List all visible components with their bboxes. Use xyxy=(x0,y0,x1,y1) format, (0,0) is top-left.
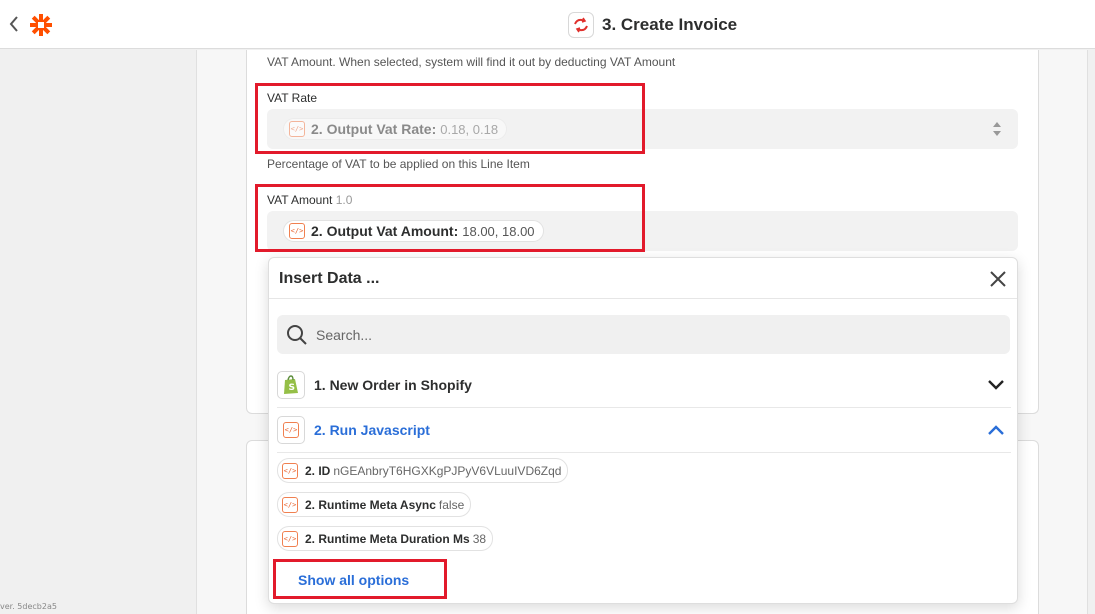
popup-header: Insert Data ... xyxy=(269,258,1017,299)
pill-value: 0.18, 0.18 xyxy=(440,121,499,137)
svg-text:S: S xyxy=(289,383,295,393)
shopify-icon: S xyxy=(284,375,298,394)
divider xyxy=(277,452,1011,453)
code-icon: </> xyxy=(289,121,305,137)
shopify-icon-wrap: S xyxy=(277,371,305,399)
search-bar[interactable] xyxy=(277,315,1010,354)
vat-rate-help-text: Percentage of VAT to be applied on this … xyxy=(267,157,530,171)
option-value: false xyxy=(438,497,465,512)
option-key: 2. ID xyxy=(305,463,331,478)
pill-value: 18.00, 18.00 xyxy=(462,223,535,239)
section-label: 1. New Order in Shopify xyxy=(314,377,472,393)
zapier-asterisk-icon xyxy=(30,14,52,36)
pill-key: 2. Output Vat Amount: xyxy=(311,223,459,239)
vat-amount-version: 1.0 xyxy=(335,193,353,207)
code-icon-wrap: </> xyxy=(277,416,305,444)
vat-amount-help-text: VAT Amount. When selected, system will f… xyxy=(267,55,676,69)
code-icon: </> xyxy=(282,530,298,547)
option-id[interactable]: </> 2. ID nGEAnbryT6HGXKgPJPyV6VLuuIVD6Z… xyxy=(277,458,569,483)
version-label: ver. 5decb2a5 xyxy=(0,602,57,611)
code-icon: </> xyxy=(283,422,299,438)
section-run-javascript[interactable]: </> 2. Run Javascript xyxy=(269,408,1017,452)
option-key: 2. Runtime Meta Duration Ms xyxy=(305,531,470,546)
right-strip xyxy=(1088,50,1095,614)
search-input[interactable] xyxy=(316,326,996,343)
vat-amount-pill[interactable]: </> 2. Output Vat Amount: 18.00, 18.00 xyxy=(283,220,544,242)
vat-rate-label: VAT Rate xyxy=(267,91,318,105)
step-title: 3. Create Invoice xyxy=(568,11,737,39)
left-panel xyxy=(0,50,196,614)
chevron-down-icon[interactable] xyxy=(987,377,1005,393)
top-bar: 3. Create Invoice xyxy=(0,0,1095,49)
option-runtime-meta-duration[interactable]: </> 2. Runtime Meta Duration Ms 38 xyxy=(277,526,494,551)
vat-amount-label: VAT Amount 1.0 xyxy=(267,193,352,207)
option-value: nGEAnbryT6HGXKgPJPyV6VLuuIVD6Zqd xyxy=(333,463,562,478)
chevron-left-icon xyxy=(9,16,18,32)
code-icon: </> xyxy=(282,462,298,479)
show-all-options-link[interactable]: Show all options xyxy=(298,572,409,588)
search-icon xyxy=(287,324,307,345)
insert-data-popup: Insert Data ... S 1. New Order in Shopif… xyxy=(268,257,1018,604)
option-value: 38 xyxy=(472,531,487,546)
popup-title: Insert Data ... xyxy=(279,270,380,287)
section-label: 2. Run Javascript xyxy=(314,422,430,438)
option-runtime-meta-async[interactable]: </> 2. Runtime Meta Async false xyxy=(277,492,472,517)
page-title: 3. Create Invoice xyxy=(602,15,738,34)
section-shopify[interactable]: S 1. New Order in Shopify xyxy=(269,363,1017,407)
close-button[interactable] xyxy=(987,268,1009,290)
updown-arrows-icon[interactable] xyxy=(991,120,1003,138)
back-button[interactable] xyxy=(8,14,26,36)
close-icon xyxy=(990,271,1006,287)
option-key: 2. Runtime Meta Async xyxy=(305,497,436,512)
app-badge xyxy=(568,12,594,38)
app-sync-icon xyxy=(574,17,588,33)
zapier-logo[interactable] xyxy=(28,12,54,38)
code-icon: </> xyxy=(282,496,298,513)
vat-amount-label-text: VAT Amount xyxy=(267,193,333,207)
vat-rate-pill[interactable]: </> 2. Output Vat Rate: 0.18, 0.18 xyxy=(283,118,508,140)
chevron-up-icon[interactable] xyxy=(987,422,1005,438)
code-icon: </> xyxy=(289,223,305,239)
pill-key: 2. Output Vat Rate: xyxy=(311,121,437,137)
